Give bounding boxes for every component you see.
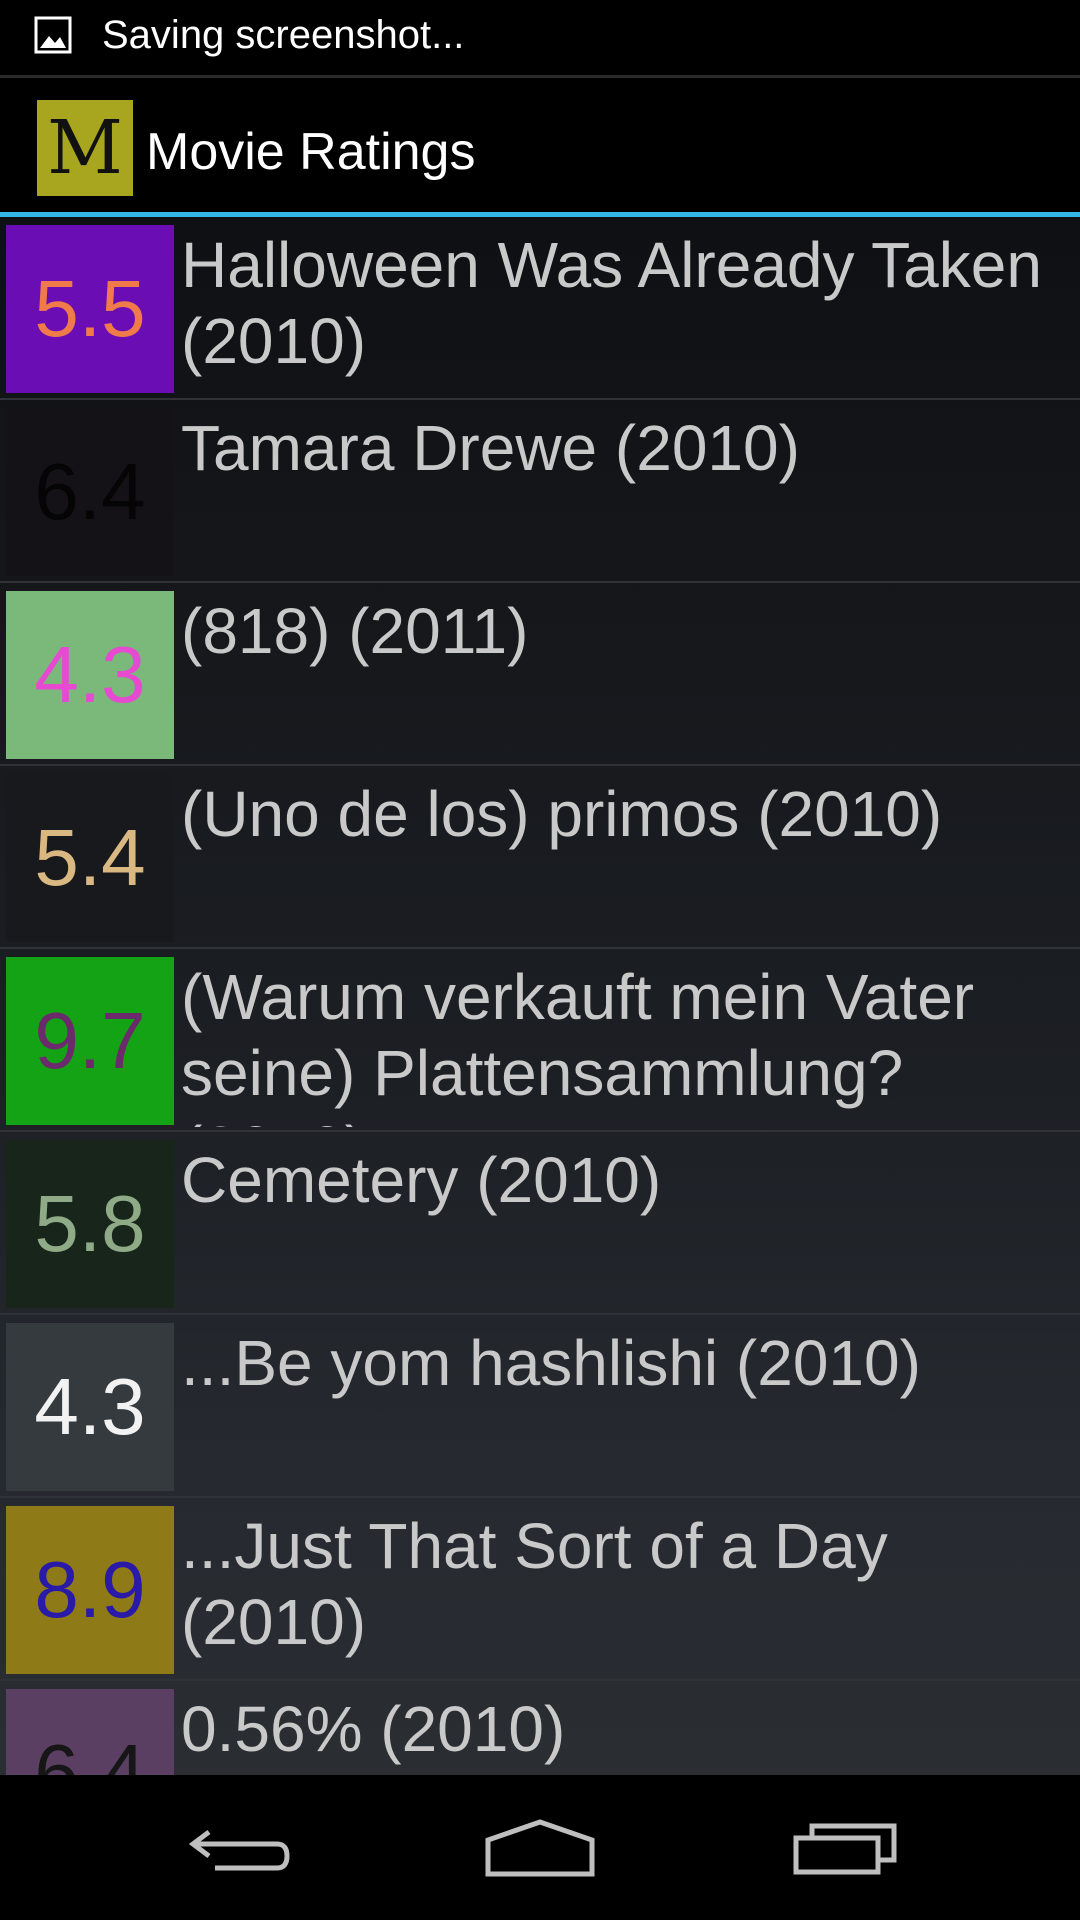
list-item[interactable]: 5.8 Cemetery (2010) <box>0 1132 1080 1315</box>
rating-value: 6.4 <box>34 1728 146 1776</box>
rating-badge: 6.4 <box>6 1689 174 1775</box>
movie-title: Tamara Drewe (2010) <box>181 412 800 484</box>
list-item[interactable]: 6.4 Tamara Drewe (2010) <box>0 400 1080 583</box>
movie-title: 0.56% (2010) <box>181 1693 566 1765</box>
movie-title: (Warum verkauft mein Vater seine) Platte… <box>181 961 975 1127</box>
rating-value: 6.4 <box>34 447 146 536</box>
list-item[interactable]: 4.3 ...Be yom hashlishi (2010) <box>0 1315 1080 1498</box>
list-item[interactable]: 4.3 (818) (2011) <box>0 583 1080 766</box>
app-logo-letter: M <box>47 105 123 191</box>
list-item[interactable]: 5.4 (Uno de los) primos (2010) <box>0 766 1080 949</box>
navigation-bar <box>0 1775 1080 1920</box>
rating-value: 5.4 <box>34 813 146 902</box>
movie-title: ...Just That Sort of a Day (2010) <box>181 1510 888 1658</box>
list-item[interactable]: 8.9 ...Just That Sort of a Day (2010) <box>0 1498 1080 1681</box>
movie-list[interactable]: 5.5 Halloween Was Already Taken (2010) 6… <box>0 217 1080 1775</box>
movie-title: Cemetery (2010) <box>181 1144 662 1216</box>
rating-value: 5.8 <box>34 1179 146 1268</box>
rating-badge: 4.3 <box>6 1323 174 1491</box>
list-item[interactable]: 5.5 Halloween Was Already Taken (2010) <box>0 217 1080 400</box>
movie-title: (Uno de los) primos (2010) <box>181 778 943 850</box>
rating-badge: 5.8 <box>6 1140 174 1308</box>
recents-icon <box>793 1823 897 1875</box>
rating-value: 5.5 <box>34 264 146 353</box>
rating-value: 9.7 <box>34 996 146 1085</box>
movie-title: ...Be yom hashlishi (2010) <box>181 1327 921 1399</box>
status-bar: Saving screenshot... <box>0 0 1080 75</box>
back-icon <box>188 1830 290 1871</box>
rating-badge: 8.9 <box>6 1506 174 1674</box>
rating-badge: 6.4 <box>6 408 174 576</box>
list-item[interactable]: 6.4 0.56% (2010) <box>0 1681 1080 1775</box>
rating-value: 4.3 <box>34 630 146 719</box>
rating-badge: 9.7 <box>6 957 174 1125</box>
back-button[interactable] <box>160 1803 320 1893</box>
movie-title: Halloween Was Already Taken (2010) <box>181 229 1042 377</box>
app-logo[interactable]: M <box>37 100 133 196</box>
home-icon <box>485 1819 595 1877</box>
status-notification-text: Saving screenshot... <box>102 13 465 57</box>
rating-badge: 5.4 <box>6 774 174 942</box>
home-button[interactable] <box>460 1803 620 1893</box>
list-item[interactable]: 9.7 (Warum verkauft mein Vater seine) Pl… <box>0 949 1080 1132</box>
movie-title: (818) (2011) <box>181 595 529 667</box>
rating-value: 8.9 <box>34 1545 146 1634</box>
action-bar: M Movie Ratings <box>0 78 1080 214</box>
rating-badge: 5.5 <box>6 225 174 393</box>
recents-button[interactable] <box>765 1803 925 1893</box>
image-icon <box>34 16 72 54</box>
rating-badge: 4.3 <box>6 591 174 759</box>
rating-value: 4.3 <box>34 1362 146 1451</box>
app-title: Movie Ratings <box>146 123 476 181</box>
